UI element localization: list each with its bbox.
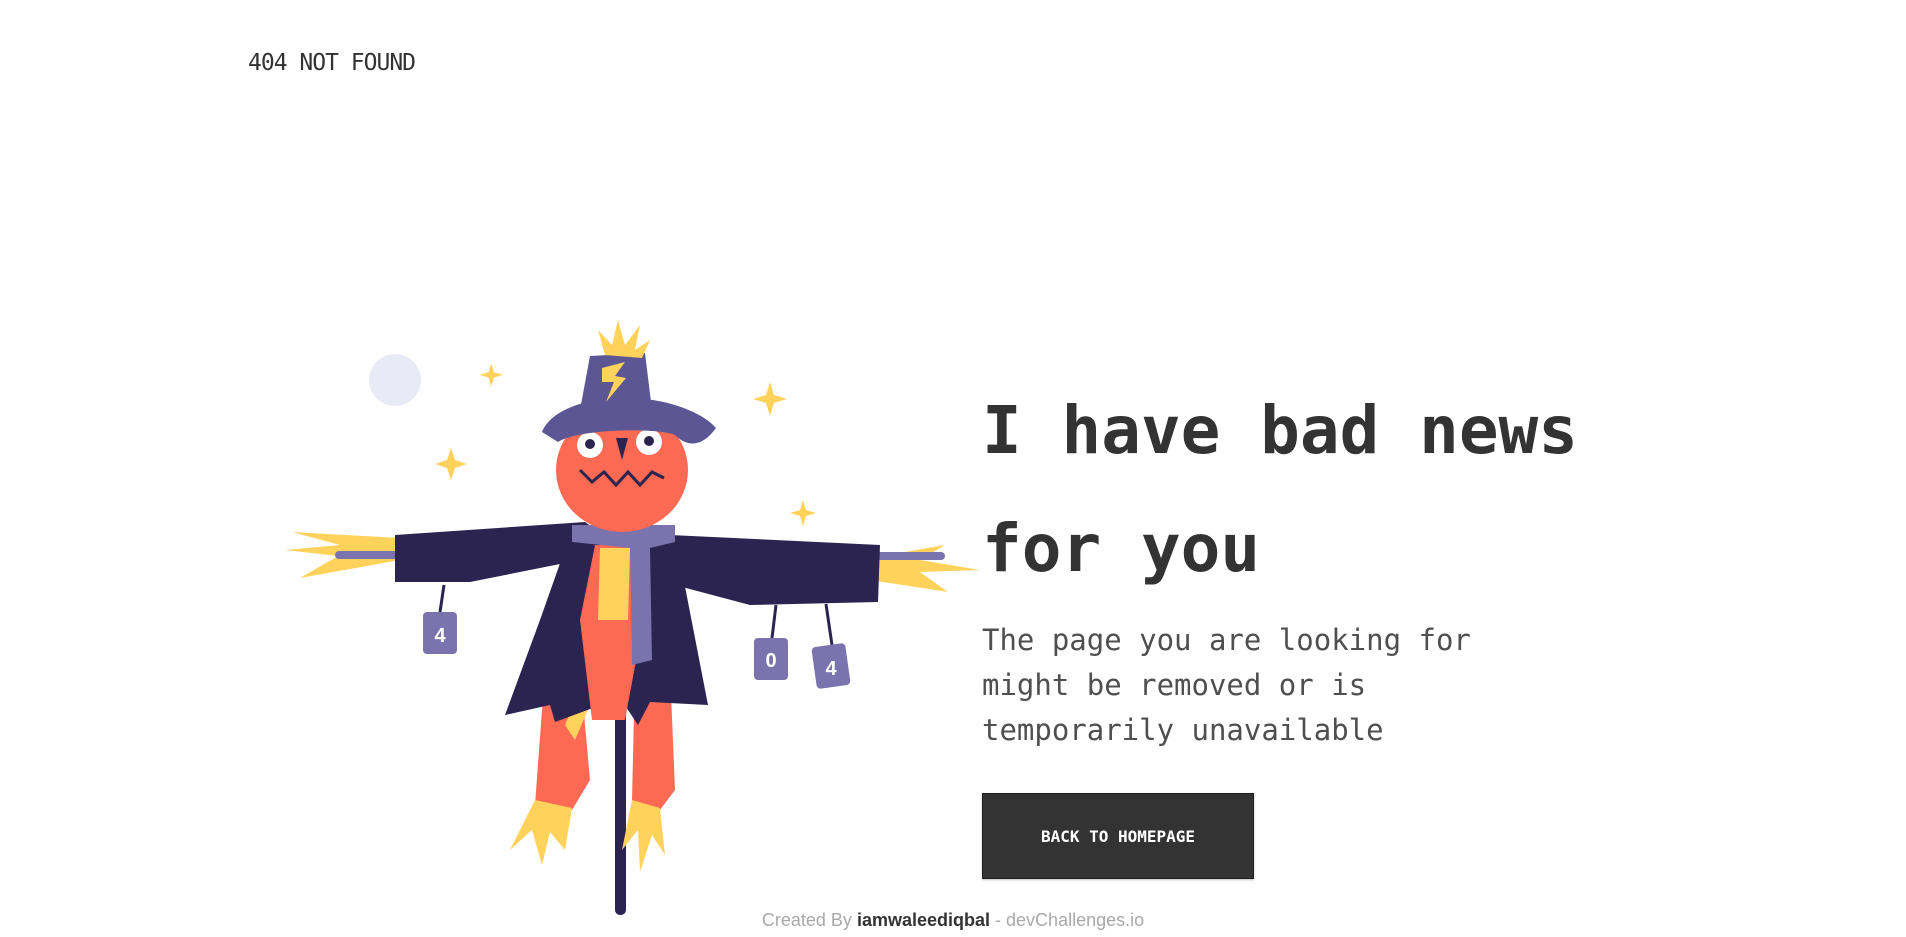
- site-logo[interactable]: 404 NOT FOUND: [248, 50, 416, 76]
- footer-separator: -: [995, 910, 1002, 930]
- page-description: The page you are looking for might be re…: [982, 623, 1471, 747]
- moon-icon: [369, 354, 421, 406]
- devchallenges-link[interactable]: devChallenges.io: [1006, 910, 1144, 930]
- page-title: I have bad news for you: [982, 392, 1579, 587]
- can-label: 4: [825, 658, 837, 680]
- can-label: 4: [434, 625, 446, 647]
- error-message: I have bad news for you The page you are…: [982, 372, 1682, 879]
- author-link[interactable]: iamwaleediqbal: [857, 910, 990, 930]
- footer-created-by: Created By: [761, 910, 852, 930]
- back-to-homepage-button[interactable]: BACK TO HOMEPAGE: [982, 793, 1254, 879]
- can-label: 0: [765, 650, 776, 672]
- scarecrow-illustration: 4 0 4: [285, 320, 980, 915]
- footer: Created By iamwaleediqbal - devChallenge…: [0, 910, 1906, 931]
